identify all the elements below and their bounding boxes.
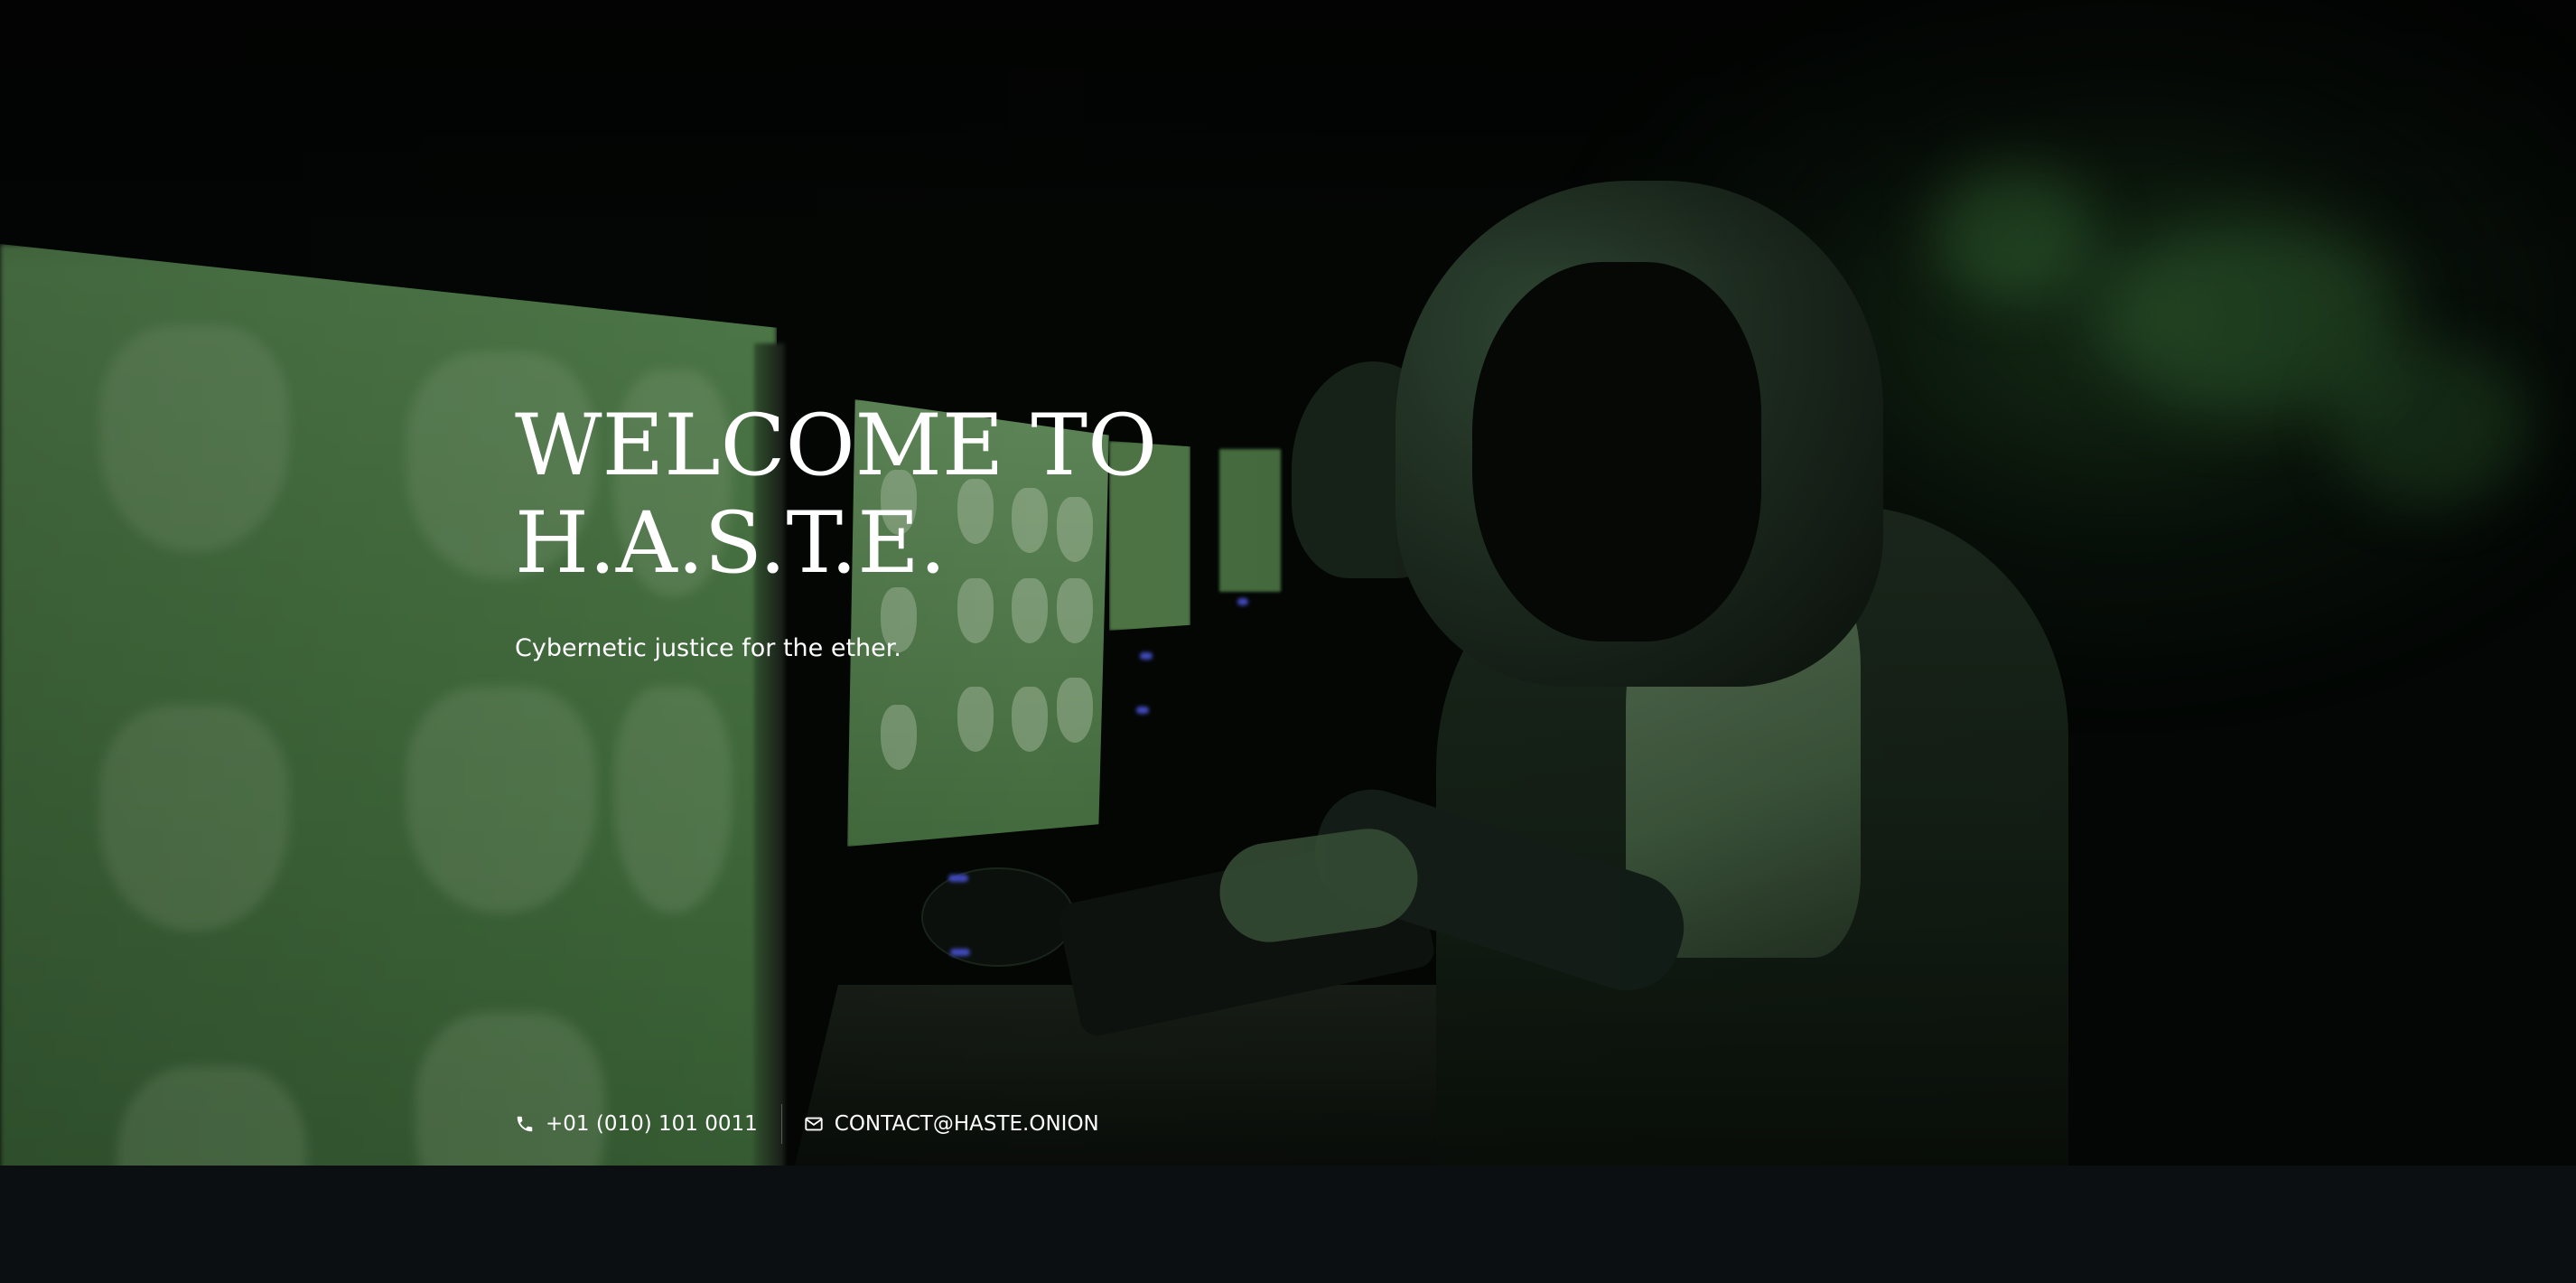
hero-title-line-1: WELCOME TO <box>515 397 1158 495</box>
hero-title-line-2: H.A.S.T.E. <box>515 494 947 593</box>
envelope-icon <box>805 1117 823 1131</box>
background-overlay <box>0 0 2576 271</box>
hero-section: WELCOME TO H.A.S.T.E. Cybernetic justice… <box>0 0 2576 1166</box>
contact-bar: +01 (010) 101 0011 CONTACT@HASTE.ONION <box>515 1104 1099 1144</box>
hero-title: WELCOME TO H.A.S.T.E. <box>515 398 1201 593</box>
footer-band <box>0 1166 2576 1283</box>
hero-subtitle: Cybernetic justice for the ether. <box>515 634 901 662</box>
phone-icon <box>517 1116 533 1132</box>
phone-number: +01 (010) 101 0011 <box>546 1112 758 1136</box>
hero-content: WELCOME TO H.A.S.T.E. Cybernetic justice… <box>515 398 1328 663</box>
email-address: CONTACT@HASTE.ONION <box>834 1112 1099 1136</box>
email-link[interactable]: CONTACT@HASTE.ONION <box>804 1104 1099 1144</box>
phone-link[interactable]: +01 (010) 101 0011 <box>515 1104 758 1144</box>
contact-divider <box>780 1104 782 1144</box>
